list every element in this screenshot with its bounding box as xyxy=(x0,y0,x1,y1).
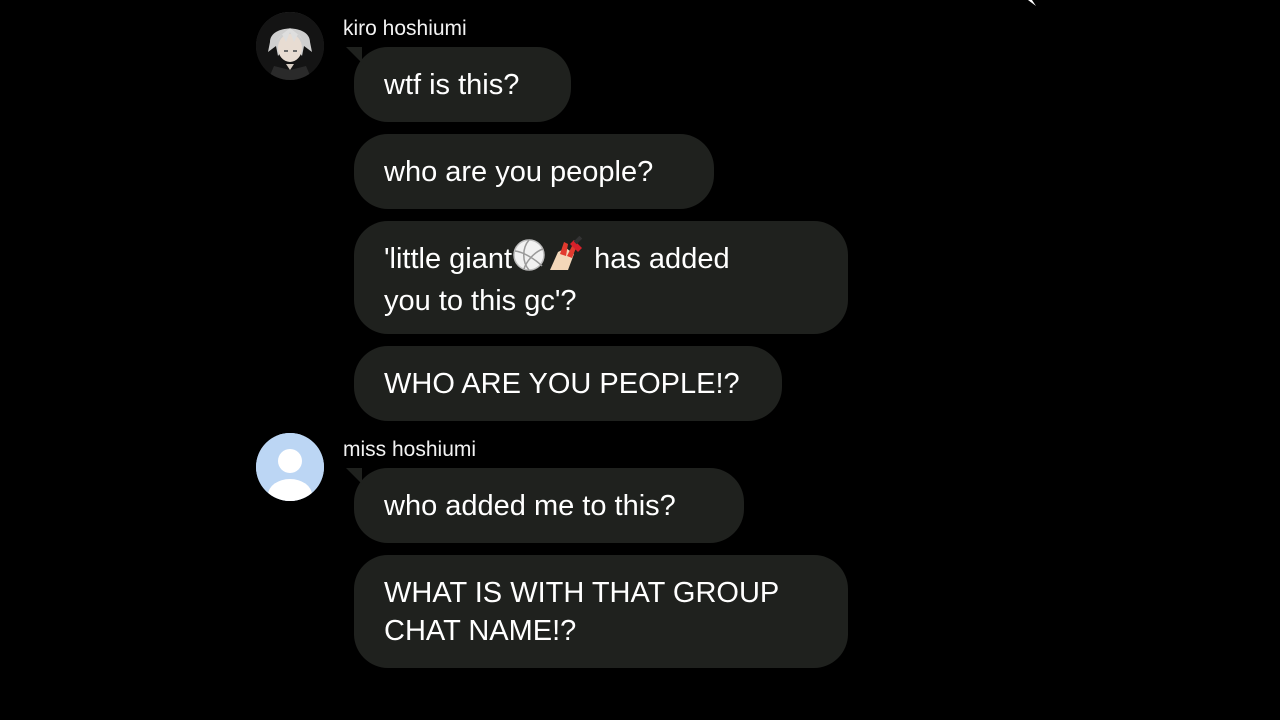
message-text: who added me to this? xyxy=(384,489,676,522)
sender-name: miss hoshiumi xyxy=(343,438,477,461)
message-text: wtf is this? xyxy=(384,68,520,101)
message-text: WHAT IS WITH THAT GROUP CHAT NAME!? xyxy=(384,576,780,647)
message-bubble[interactable]: WHO ARE YOU PEOPLE!? xyxy=(354,346,782,421)
anime-character-avatar-icon xyxy=(256,12,324,80)
message-text: 'little giant has added you to this gc'? xyxy=(384,235,730,320)
default-user-avatar-icon xyxy=(256,433,324,501)
chat-thread: kiro hoshiumi wtf is this? who are you p… xyxy=(0,0,1280,720)
nail-polish-emoji-icon xyxy=(546,235,586,282)
kiro-avatar[interactable] xyxy=(256,12,324,80)
message-text: WHO ARE YOU PEOPLE!? xyxy=(384,367,740,400)
message-bubble[interactable]: wtf is this? xyxy=(346,47,571,122)
sender-name: kiro hoshiumi xyxy=(343,17,467,40)
pointer-icon xyxy=(1028,0,1036,6)
volleyball-emoji-icon xyxy=(512,238,546,282)
message-bubble[interactable]: 'little giant has added you to this gc'? xyxy=(354,221,848,334)
message-bubble[interactable]: WHAT IS WITH THAT GROUP CHAT NAME!? xyxy=(354,555,848,668)
message-bubble[interactable]: who are you people? xyxy=(354,134,714,209)
message-bubble[interactable]: who added me to this? xyxy=(346,468,744,543)
message-text-part: 'little giant xyxy=(384,242,513,275)
message-text: who are you people? xyxy=(384,155,654,188)
miss-avatar[interactable] xyxy=(256,433,324,501)
